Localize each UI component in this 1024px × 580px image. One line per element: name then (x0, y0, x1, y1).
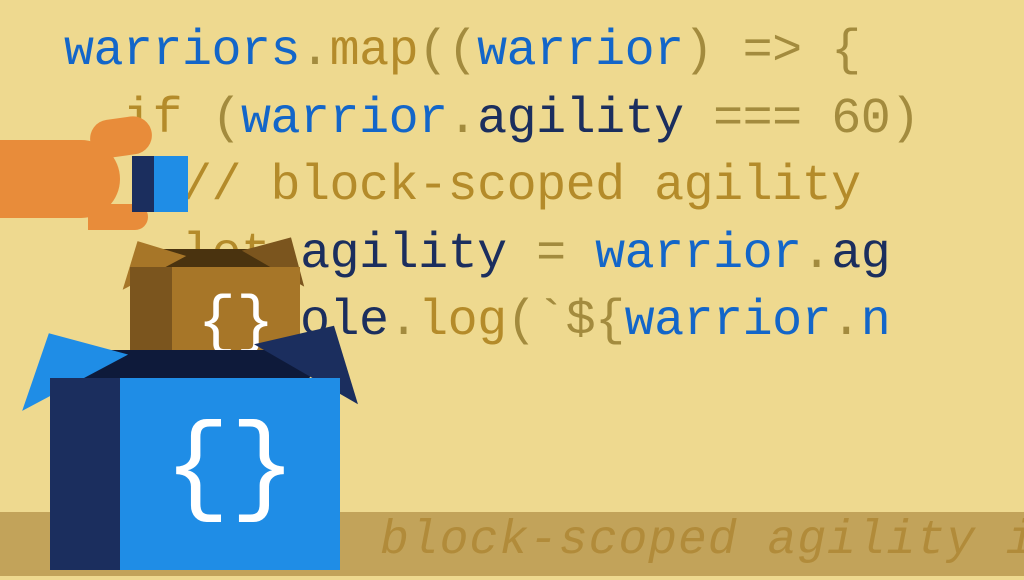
hand-icon (0, 118, 190, 238)
code-token: warriors (64, 23, 300, 80)
small-cube-icon (132, 156, 188, 212)
floor-reflection-text: block-scoped agility i (380, 514, 1024, 568)
illustration-group: {} {} (0, 100, 400, 580)
brace-icon: {} (164, 408, 296, 533)
blue-box-icon: {} (50, 350, 340, 570)
